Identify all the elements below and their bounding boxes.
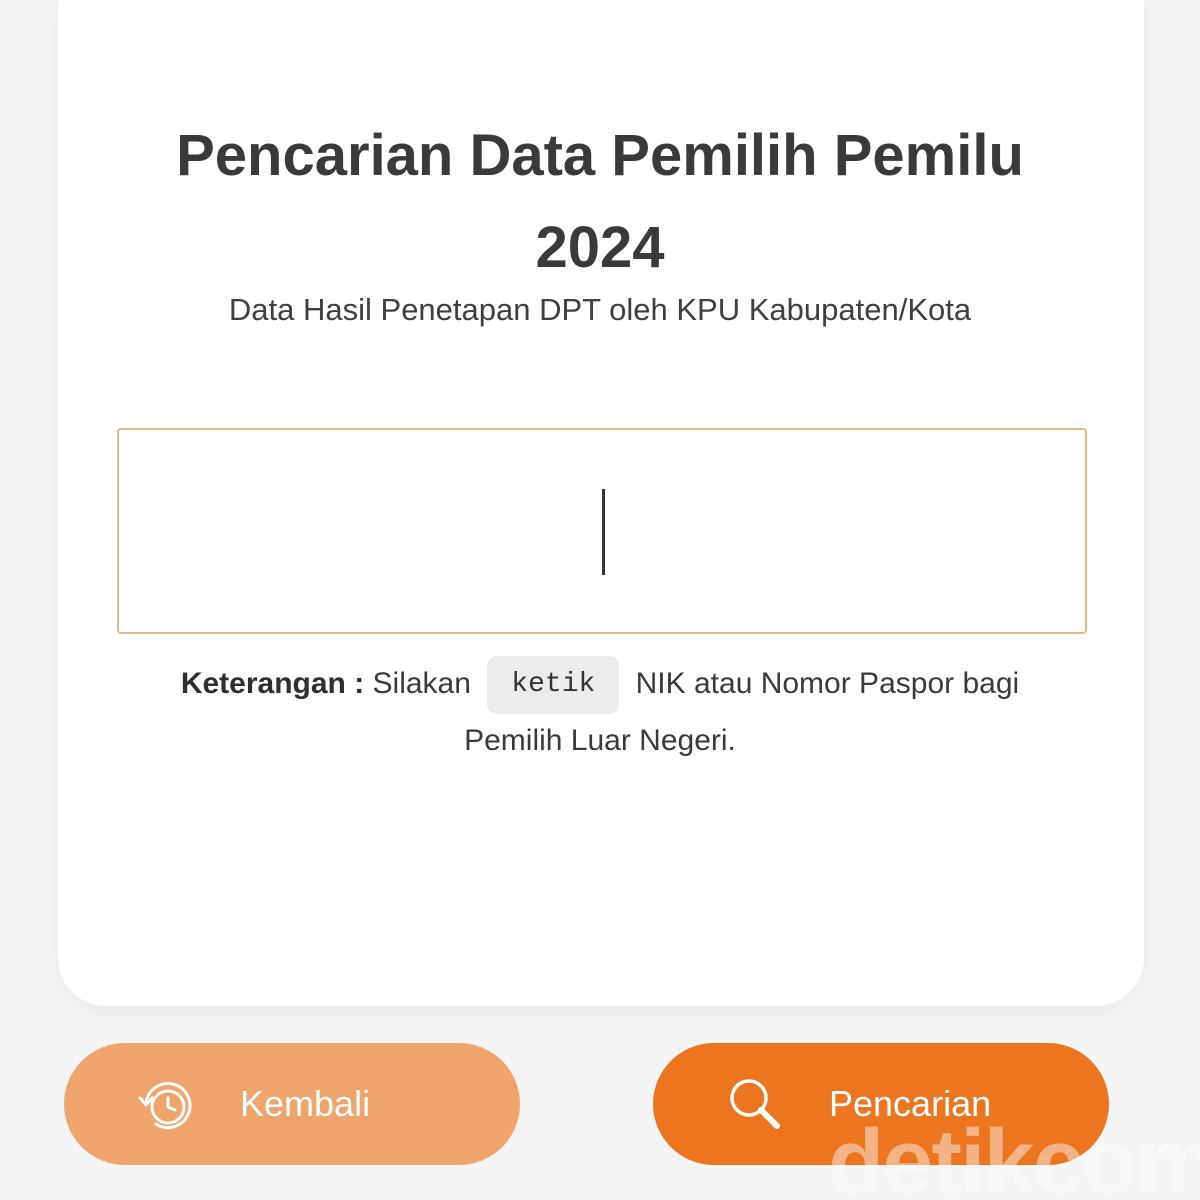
page-subtitle: Data Hasil Penetapan DPT oleh KPU Kabupa… [228,292,972,327]
hint-code: ketik [487,656,620,714]
search-input[interactable] [117,428,1087,634]
page: Pencarian Data Pemilih Pemilu 2024 Data … [0,0,1200,1200]
hint-text-before: Silakan [372,666,471,700]
search-hint: Keterangan : Silakan ketik NIK atau Nomo… [140,656,1060,768]
history-clock-icon [136,1074,196,1134]
page-title-line1: Pencarian Data Pemilih Pemilu [176,123,1024,188]
page-title: Pencarian Data Pemilih Pemilu 2024 [0,110,1200,294]
text-caret [602,489,605,575]
page-title-line2: 2024 [535,215,665,280]
back-button-label: Kembali [240,1083,371,1124]
back-button[interactable]: Kembali [64,1043,520,1165]
watermark-logo: detikcom [828,1111,1200,1200]
hint-label: Keterangan : [180,666,365,700]
search-icon [725,1074,785,1134]
